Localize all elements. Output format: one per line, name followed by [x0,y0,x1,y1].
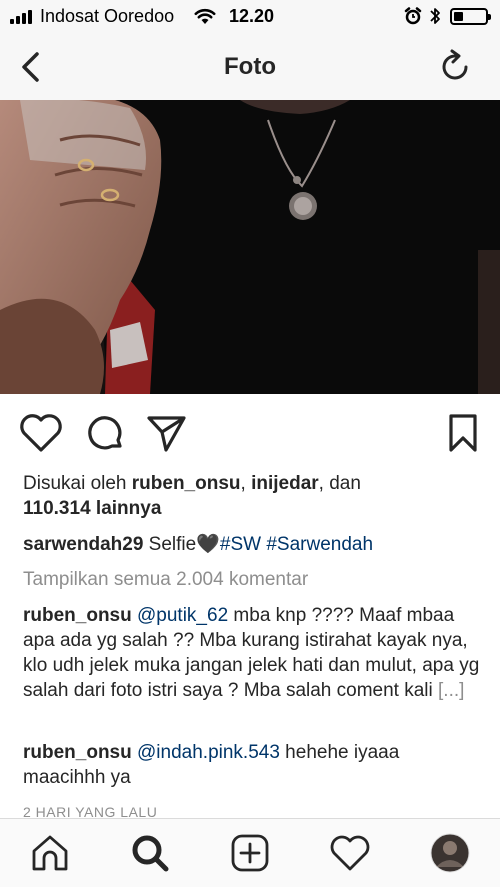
post-photo[interactable] [0,100,500,394]
post-actions [0,410,500,460]
more-link[interactable]: [...] [438,680,464,701]
comment-username-link[interactable]: ruben_onsu [23,742,132,763]
likes-prefix: Disukai oleh [23,473,132,494]
mention-link[interactable]: @putik_62 [137,605,228,626]
refresh-button[interactable] [438,48,474,86]
likes-count-link[interactable]: 110.314 lainnya [23,498,161,519]
new-post-icon[interactable] [228,831,272,875]
status-bar: Indosat Ooredoo 12.20 [0,0,500,34]
status-clock: 12.20 [229,6,275,26]
like-heart-icon[interactable] [18,410,64,456]
likes-summary: Disukai oleh ruben_onsu, inijedar, dan 1… [23,471,483,521]
liked-by-user-link[interactable]: inijedar [251,473,319,494]
search-icon[interactable] [128,831,172,875]
signal-strength-icon [10,10,32,24]
share-direct-icon[interactable] [144,410,190,456]
bottom-tab-bar [0,818,500,887]
hashtag-link[interactable]: #SW [220,534,261,555]
battery-level [454,12,463,21]
caption-text: Selfie [143,534,197,555]
wifi-icon [194,8,216,24]
profile-avatar[interactable] [428,831,472,875]
alarm-icon [404,7,422,25]
bluetooth-icon [430,8,440,24]
likes-separator: , [240,473,252,494]
comment-username-link[interactable]: ruben_onsu [23,605,132,626]
post-caption: sarwendah29 Selfie🖤#SW #Sarwendah [23,532,483,557]
caption-username-link[interactable]: sarwendah29 [23,534,143,555]
post-photo-image [0,100,500,394]
likes-separator: , dan [318,473,361,494]
home-icon[interactable] [28,831,72,875]
view-all-comments-link[interactable]: Tampilkan semua 2.004 komentar [23,567,483,592]
navigation-bar: Foto [0,34,500,100]
bookmark-icon[interactable] [440,410,486,456]
activity-heart-icon[interactable] [328,831,372,875]
mention-link[interactable]: @indah.pink.543 [137,742,280,763]
comment-item: ruben_onsu @putik_62 mba knp ???? Maaf m… [23,603,483,703]
carrier-name: Indosat Ooredoo [40,6,175,26]
black-heart-emoji: 🖤 [196,534,220,555]
comment-icon[interactable] [82,410,128,456]
page-title: Foto [224,53,276,80]
battery-icon [450,8,491,25]
liked-by-user-link[interactable]: ruben_onsu [132,473,241,494]
comment-item: ruben_onsu @indah.pink.543 hehehe iyaaa … [23,740,483,790]
hashtag-link[interactable]: #Sarwendah [266,534,373,555]
